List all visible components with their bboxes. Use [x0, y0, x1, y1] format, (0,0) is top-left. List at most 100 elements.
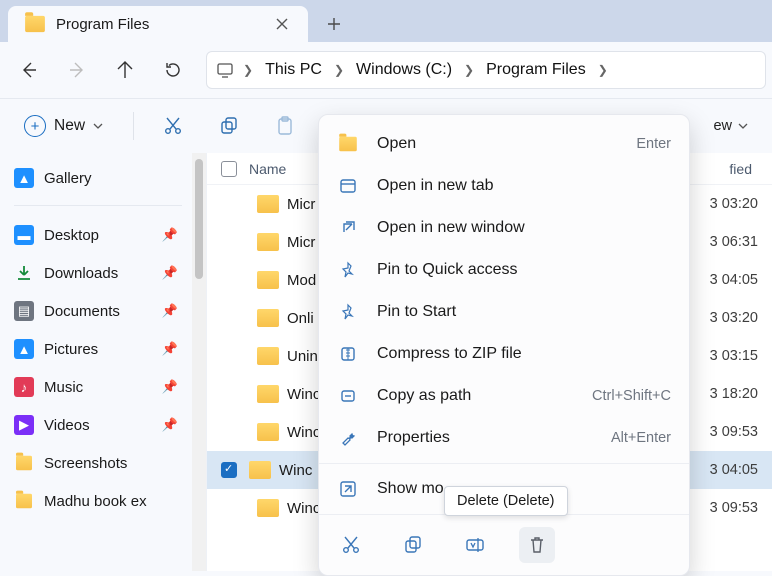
- breadcrumb-windows-c[interactable]: Windows (C:): [352, 59, 456, 81]
- new-tab-button[interactable]: [316, 6, 352, 42]
- tab-program-files[interactable]: Program Files: [8, 6, 308, 42]
- sidebar-item-music[interactable]: ♪Music📌: [14, 368, 182, 406]
- folder-icon: [257, 309, 279, 327]
- sidebar-item-more[interactable]: Madhu book ex: [14, 482, 182, 520]
- sidebar-item-downloads[interactable]: Downloads 📌: [14, 254, 182, 292]
- view-button[interactable]: ew: [705, 108, 756, 144]
- pin-icon: 📌: [162, 341, 178, 357]
- more-icon: [337, 478, 359, 500]
- pin-icon: 📌: [162, 417, 178, 433]
- gallery-icon: ▲: [14, 168, 34, 188]
- new-tab-icon: [337, 175, 359, 197]
- divider: [133, 112, 134, 140]
- tab-bar: Program Files: [0, 0, 772, 42]
- sidebar-item-screenshots[interactable]: Screenshots: [14, 444, 182, 482]
- cut-button[interactable]: [156, 109, 190, 143]
- tab-title: Program Files: [56, 16, 260, 33]
- sidebar-item-pictures[interactable]: ▲Pictures📌: [14, 330, 182, 368]
- sidebar-item-desktop[interactable]: ▬Desktop📌: [14, 216, 182, 254]
- ctx-copy-as-path[interactable]: Copy as pathCtrl+Shift+C: [319, 375, 689, 417]
- ctx-open-new-window[interactable]: Open in new window: [319, 207, 689, 249]
- folder-icon: [257, 233, 279, 251]
- chevron-down-icon: [738, 121, 748, 131]
- scissors-icon: [163, 116, 183, 136]
- pc-icon: [215, 60, 235, 80]
- ctx-rename-button[interactable]: [457, 527, 493, 563]
- ctx-delete-button[interactable]: [519, 527, 555, 563]
- sidebar-item-label: Pictures: [44, 341, 98, 358]
- new-label: New: [54, 117, 85, 135]
- chevron-down-icon: [93, 121, 103, 131]
- ctx-pin-start[interactable]: Pin to Start: [319, 291, 689, 333]
- chevron-right-icon[interactable]: ❯: [594, 63, 612, 77]
- sidebar-item-label: Screenshots: [44, 455, 127, 472]
- breadcrumb-this-pc[interactable]: This PC: [261, 59, 326, 81]
- address-bar[interactable]: ❯ This PC ❯ Windows (C:) ❯ Program Files…: [206, 51, 766, 89]
- sidebar-item-label: Documents: [44, 303, 120, 320]
- pin-icon: 📌: [162, 227, 178, 243]
- ctx-cut-button[interactable]: [333, 527, 369, 563]
- folder-icon: [337, 133, 359, 155]
- close-tab-button[interactable]: [270, 12, 294, 36]
- tooltip-delete: Delete (Delete): [444, 486, 568, 516]
- music-icon: ♪: [14, 377, 34, 397]
- sidebar-item-label: Desktop: [44, 227, 99, 244]
- plus-circle-icon: +: [24, 115, 46, 137]
- sidebar-item-label: Gallery: [44, 170, 92, 187]
- refresh-icon: [164, 61, 182, 79]
- copy-icon: [219, 116, 239, 136]
- chevron-right-icon[interactable]: ❯: [330, 63, 348, 77]
- pin-icon: [337, 301, 359, 323]
- ctx-open-new-tab[interactable]: Open in new tab: [319, 165, 689, 207]
- navigation-pane: ▲Gallery ▬Desktop📌 Downloads📌 ▤Documents…: [0, 153, 192, 571]
- up-button[interactable]: [102, 50, 148, 90]
- pin-icon: 📌: [162, 379, 178, 395]
- folder-icon: [257, 385, 279, 403]
- pin-icon: 📌: [162, 265, 178, 281]
- arrow-right-icon: [68, 61, 86, 79]
- new-button[interactable]: + New: [16, 108, 111, 144]
- row-checkbox[interactable]: [221, 462, 237, 478]
- view-label-fragment: ew: [713, 118, 732, 134]
- copy-path-icon: [337, 385, 359, 407]
- chevron-right-icon[interactable]: ❯: [460, 63, 478, 77]
- scissors-icon: [341, 535, 361, 555]
- folder-icon: [14, 491, 34, 511]
- ctx-open[interactable]: OpenEnter: [319, 123, 689, 165]
- folder-icon: [14, 453, 34, 473]
- forward-button[interactable]: [54, 50, 100, 90]
- sidebar-item-videos[interactable]: ▶Videos📌: [14, 406, 182, 444]
- document-icon: ▤: [14, 301, 34, 321]
- sidebar-item-documents[interactable]: ▤Documents📌: [14, 292, 182, 330]
- folder-icon: [257, 347, 279, 365]
- clipboard-icon: [275, 116, 295, 136]
- sidebar-item-label: Madhu book ex: [44, 493, 147, 510]
- sidebar-scrollbar[interactable]: [192, 153, 206, 571]
- select-all-checkbox[interactable]: [221, 161, 237, 177]
- divider: [14, 205, 182, 206]
- sidebar-item-label: Downloads: [44, 265, 118, 282]
- copy-icon: [403, 535, 423, 555]
- scrollbar-thumb[interactable]: [195, 159, 203, 279]
- ctx-copy-button[interactable]: [395, 527, 431, 563]
- back-button[interactable]: [6, 50, 52, 90]
- wrench-icon: [337, 427, 359, 449]
- ctx-pin-quick-access[interactable]: Pin to Quick access: [319, 249, 689, 291]
- ctx-compress-zip[interactable]: Compress to ZIP file: [319, 333, 689, 375]
- sidebar-item-label: Videos: [44, 417, 90, 434]
- paste-button[interactable]: [268, 109, 302, 143]
- copy-button[interactable]: [212, 109, 246, 143]
- close-icon: [276, 18, 288, 30]
- download-icon: [14, 263, 34, 283]
- breadcrumb-program-files[interactable]: Program Files: [482, 59, 590, 81]
- refresh-button[interactable]: [150, 50, 196, 90]
- ctx-properties[interactable]: PropertiesAlt+Enter: [319, 417, 689, 459]
- folder-icon: [257, 499, 279, 517]
- folder-icon: [257, 271, 279, 289]
- pin-icon: [337, 259, 359, 281]
- nav-bar: ❯ This PC ❯ Windows (C:) ❯ Program Files…: [0, 42, 772, 98]
- sidebar-item-gallery[interactable]: ▲ Gallery: [14, 159, 182, 197]
- chevron-right-icon[interactable]: ❯: [239, 63, 257, 77]
- arrow-left-icon: [20, 61, 38, 79]
- divider: [319, 463, 689, 464]
